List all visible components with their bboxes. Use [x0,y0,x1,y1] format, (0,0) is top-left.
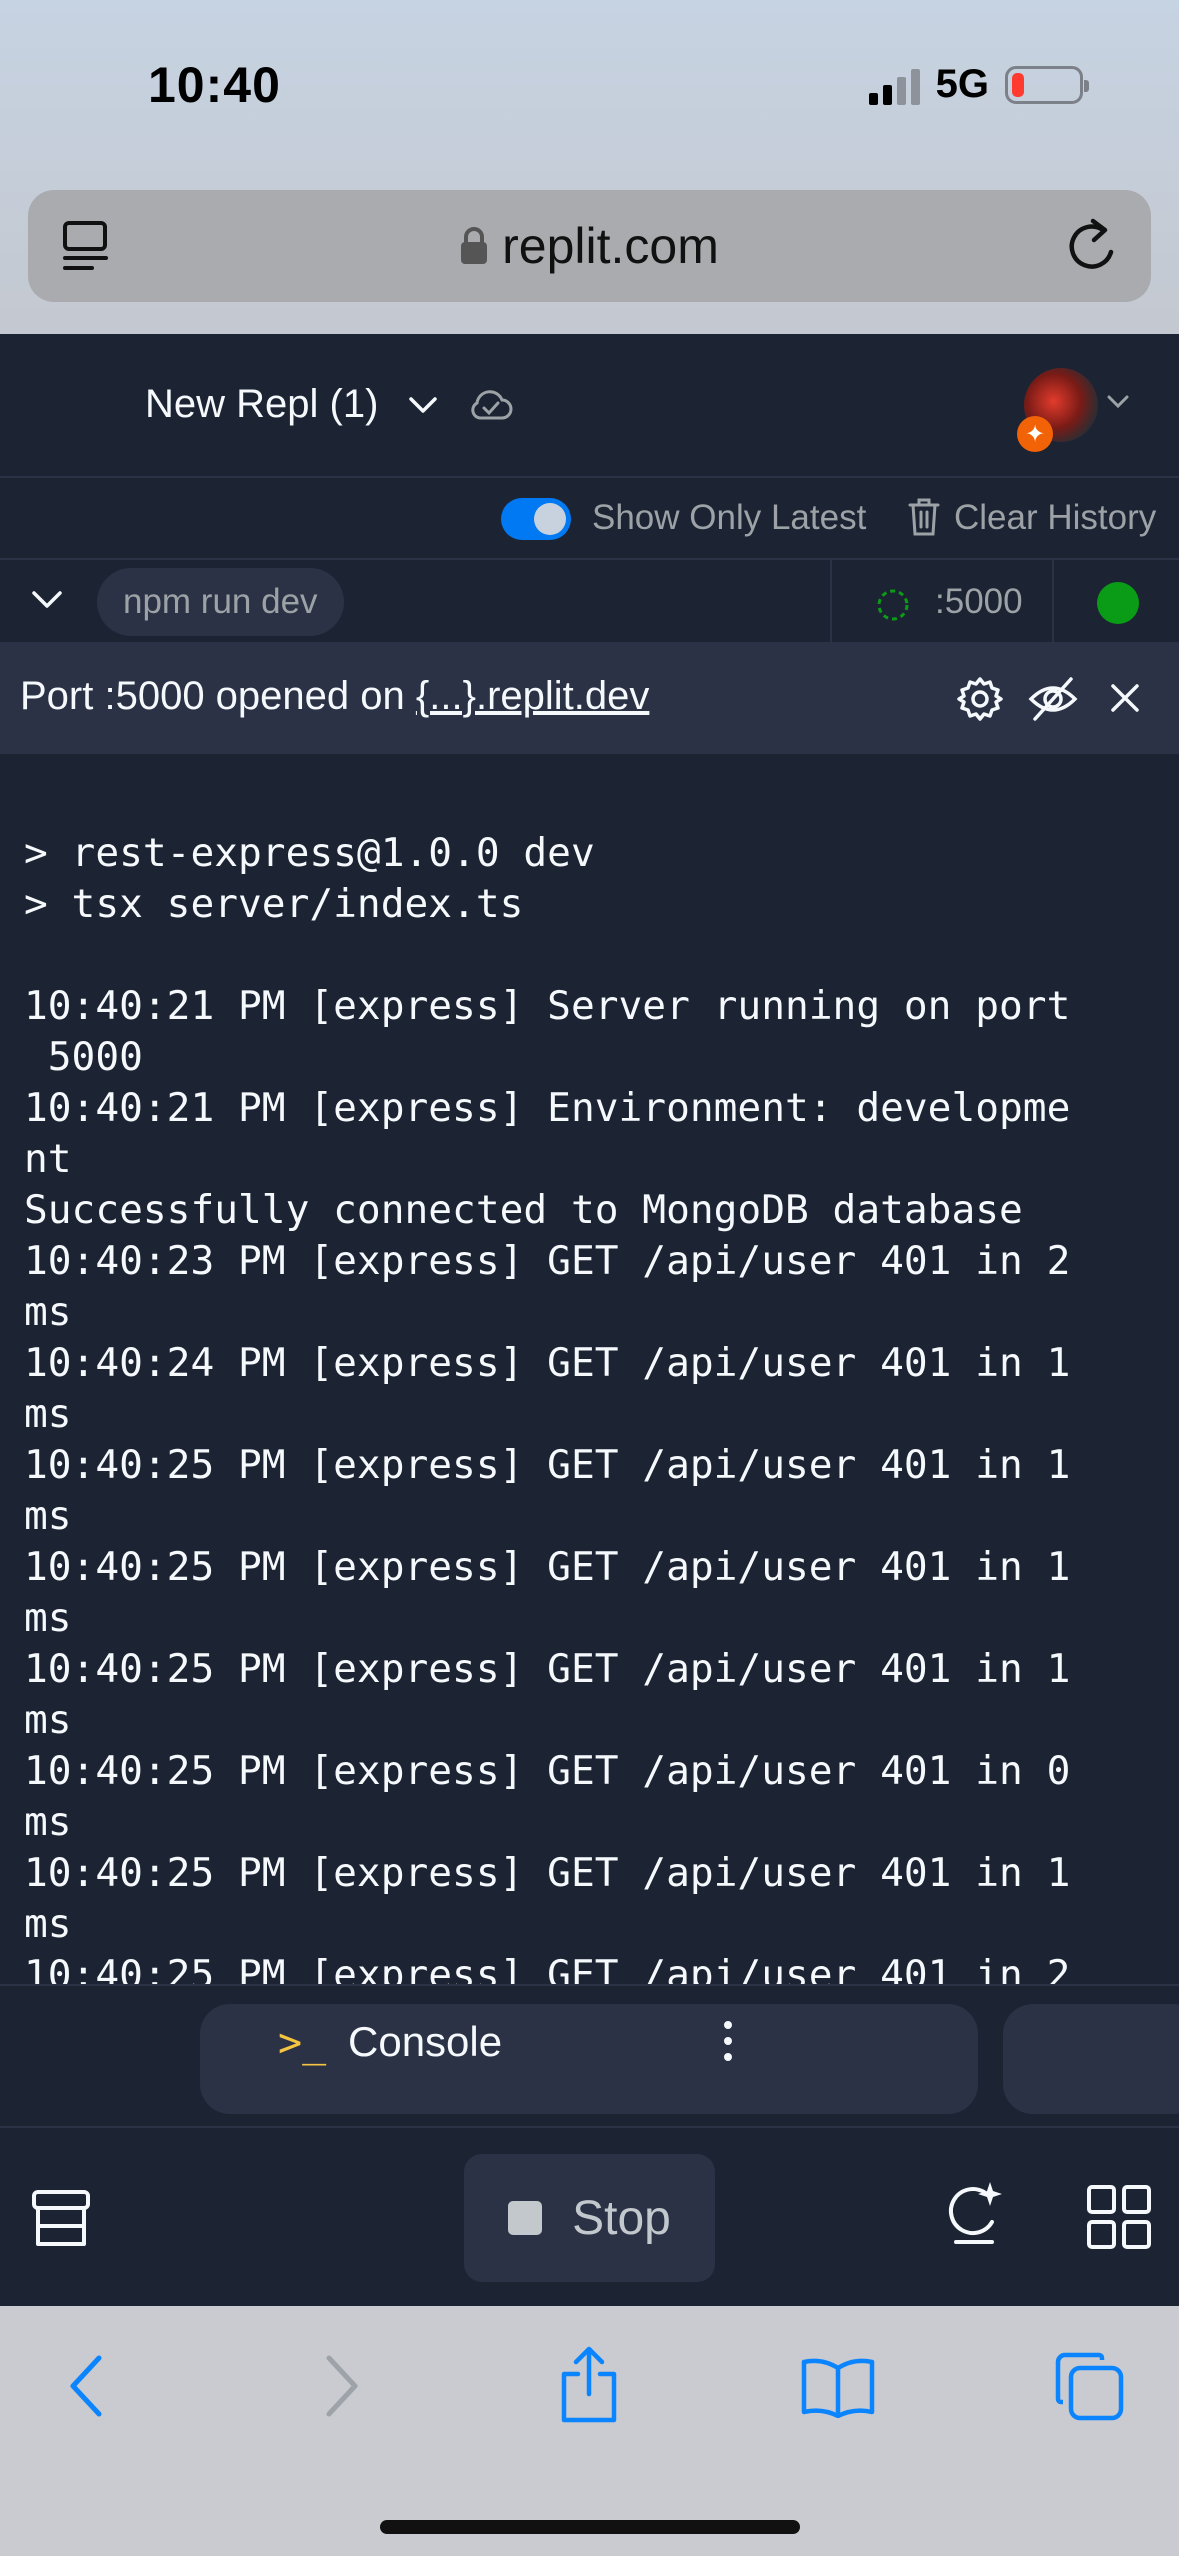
dev-url-link[interactable]: {...}.replit.dev [416,674,649,718]
share-icon[interactable] [556,2346,622,2424]
trash-icon[interactable] [906,496,942,538]
repl-name: New Repl (1) [145,382,379,426]
url-text: replit.com [502,218,719,274]
console-line: ms [24,1595,72,1641]
repl-name-menu[interactable]: New Repl (1) [145,382,514,427]
console-line: 10:40:21 PM [express] Environment: devel… [24,1085,1071,1131]
console-line: 10:40:25 PM [express] GET /api/user 401 … [24,1850,1071,1896]
show-only-latest-label[interactable]: Show Only Latest [592,498,866,538]
console-line: 5000 [24,1034,143,1080]
status-time: 10:40 [148,57,281,113]
network-type: 5G [935,62,989,106]
port-opened-banner: Port :5000 opened on {...}.replit.dev [0,644,1179,754]
terminal-icon: >_ [278,2020,327,2066]
home-indicator [380,2520,800,2534]
run-command: npm run dev [123,582,318,621]
console-line: 10:40:21 PM [express] Server running on … [24,983,1071,1029]
apps-grid-icon[interactable] [1086,2184,1152,2250]
console-history-bar: Show Only Latest Clear History [0,478,1179,560]
console-line: 10:40:25 PM [express] GET /api/user 401 … [24,1544,1071,1590]
page-menu-icon[interactable] [62,220,110,272]
battery-icon [1005,65,1089,104]
console-line: > rest-express@1.0.0 dev [24,830,595,876]
clear-history-button[interactable]: Clear History [954,498,1156,538]
reload-icon[interactable] [1067,216,1123,276]
console-line: nt [24,1136,72,1182]
console-log: > rest-express@1.0.0 dev > tsx server/ind… [24,828,1070,1984]
next-tab[interactable] [1003,2004,1179,2114]
show-only-latest-toggle[interactable] [501,498,571,540]
cellular-signal-icon [868,65,920,105]
bookmarks-icon[interactable] [800,2356,876,2418]
port-loading-icon [877,589,909,621]
gear-icon[interactable] [955,674,1005,724]
status-indicators: 5G [868,62,1089,107]
core-badge-icon: ✦ [1017,416,1053,452]
collapse-chevron-icon[interactable] [30,588,64,612]
console-line: ms [24,1697,72,1743]
back-icon[interactable] [66,2354,106,2418]
console-line: 10:40:24 PM [express] GET /api/user 401 … [24,1340,1071,1386]
run-command-pill[interactable]: npm run dev [97,568,344,636]
stop-label: Stop [572,2191,671,2245]
browser-chrome-top: 10:40 5G replit.com [0,0,1179,334]
address-bar[interactable]: replit.com [28,190,1151,302]
divider [1052,560,1054,644]
workspace-action-bar: Stop [0,2128,1179,2306]
port-opened-text: Port :5000 opened on [20,674,416,718]
workspace-header: New Repl (1) ✦ [0,334,1179,478]
console-line: ms [24,1289,72,1335]
console-line: ms [24,1901,72,1947]
console-line: 10:40:25 PM [express] GET /api/user 401 … [24,1952,1071,1984]
running-status-indicator [1097,582,1139,624]
console-line: ms [24,1799,72,1845]
console-line: 10:40:25 PM [express] GET /api/user 401 … [24,1646,1071,1692]
safari-toolbar [0,2306,1179,2556]
process-row: npm run dev :5000 [0,560,1179,644]
stop-button[interactable]: Stop [464,2154,715,2282]
url-display[interactable]: replit.com [460,217,719,275]
console-line: 10:40:23 PM [express] GET /api/user 401 … [24,1238,1071,1284]
tab-console-label: Console [348,2018,503,2065]
pane-tab-bar: >_ Console [0,1984,1179,2128]
console-line: 10:40:25 PM [express] GET /api/user 401 … [24,1442,1071,1488]
divider [830,560,832,644]
stop-icon [508,2201,543,2235]
tabs-overview-icon[interactable] [1055,2352,1125,2422]
hidden-eye-icon[interactable] [1027,673,1079,725]
chevron-down-icon [409,396,438,413]
forward-icon [326,2355,358,2417]
console-line: > tsx server/index.ts [24,881,524,927]
console-output[interactable]: > rest-express@1.0.0 dev > tsx server/ind… [0,754,1179,1984]
avatar-chevron-down-icon[interactable] [1106,394,1130,410]
console-line: 10:40:25 PM [express] GET /api/user 401 … [24,1748,1071,1794]
console-line: ms [24,1391,72,1437]
layers-icon[interactable] [30,2188,92,2250]
cloud-check-icon[interactable] [468,388,514,422]
console-line: Successfully connected to MongoDB databa… [24,1187,1023,1233]
port-opened-message: Port :5000 opened on {...}.replit.dev [20,674,649,719]
ai-assistant-icon[interactable] [946,2178,1004,2248]
port-label[interactable]: :5000 [935,582,1023,622]
close-icon[interactable] [1108,681,1142,715]
console-line: ms [24,1493,72,1539]
lock-icon [461,227,488,264]
more-options-icon[interactable] [720,2018,736,2064]
